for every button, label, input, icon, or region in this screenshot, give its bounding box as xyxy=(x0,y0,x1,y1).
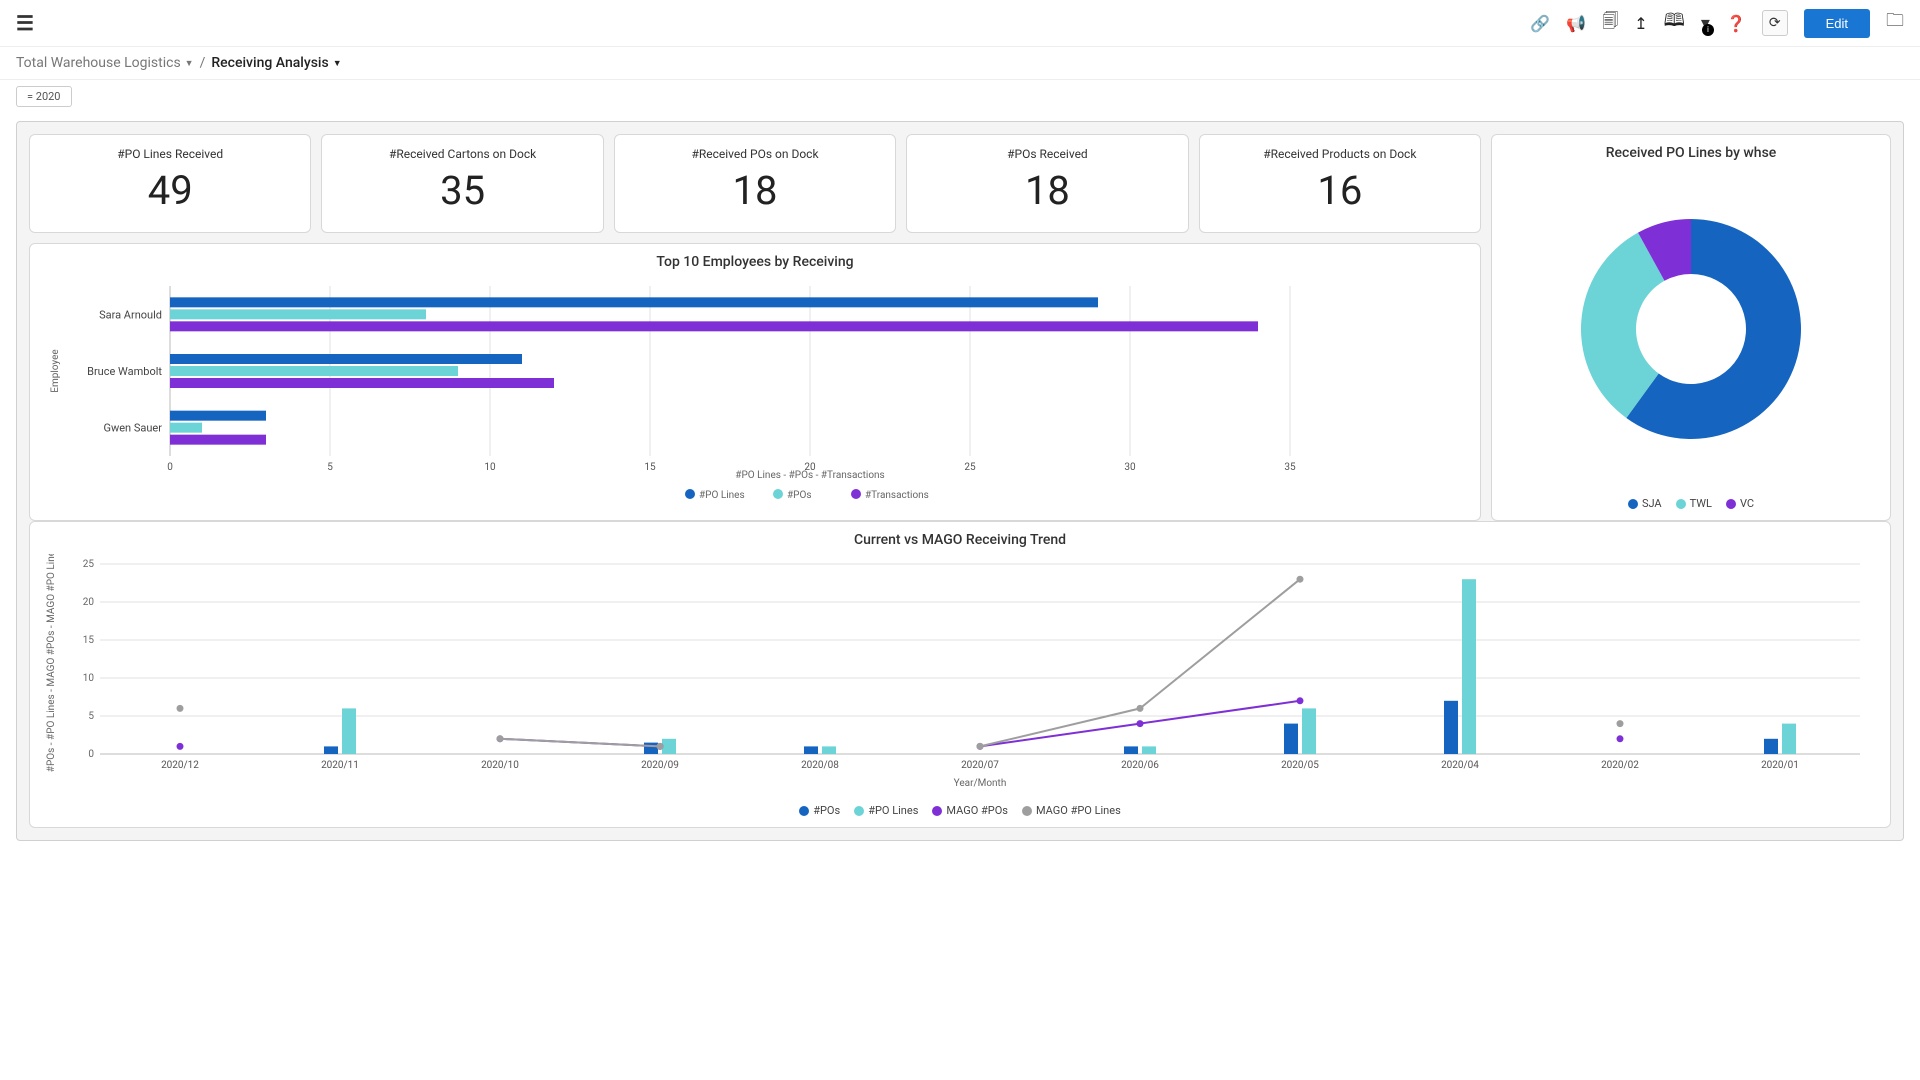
kpi-title: #Received POs on Dock xyxy=(623,147,887,161)
kpi-value: 18 xyxy=(623,167,887,214)
breadcrumb: Total Warehouse Logistics ▼ / Receiving … xyxy=(0,47,1920,80)
svg-text:15: 15 xyxy=(83,635,95,646)
svg-text:Sara Arnould: Sara Arnould xyxy=(99,308,162,321)
filter-chip-row: = 2020 xyxy=(0,80,1920,113)
svg-text:Gwen Sauer: Gwen Sauer xyxy=(103,422,162,435)
svg-text:2020/05: 2020/05 xyxy=(1281,760,1319,771)
kpi-value: 18 xyxy=(915,167,1179,214)
svg-text:Employee: Employee xyxy=(50,349,61,392)
breadcrumb-root[interactable]: Total Warehouse Logistics ▼ xyxy=(16,55,194,71)
kpi-value: 49 xyxy=(38,167,302,214)
hbar-svg: 05101520253035Sara ArnouldBruce WamboltG… xyxy=(40,276,1470,506)
link-icon[interactable]: 🔗 xyxy=(1530,14,1550,33)
svg-text:2020/11: 2020/11 xyxy=(321,760,359,771)
refresh-button[interactable]: ⟳ xyxy=(1762,10,1788,36)
legend-item: #POs xyxy=(799,804,840,817)
svg-text:2020/10: 2020/10 xyxy=(481,760,519,771)
svg-text:30: 30 xyxy=(1124,462,1136,473)
kpi-card: #PO Lines Received 49 xyxy=(29,134,311,233)
donut-svg xyxy=(1551,189,1831,469)
svg-text:#PO Lines: #PO Lines xyxy=(699,490,745,501)
svg-text:#POs: #POs xyxy=(787,490,812,501)
chevron-down-icon: ▼ xyxy=(185,58,194,69)
svg-text:Bruce Wambolt: Bruce Wambolt xyxy=(87,365,162,378)
chart-title: Top 10 Employees by Receiving xyxy=(40,254,1470,270)
svg-text:#POs - #PO Lines - MAGO #POs -: #POs - #PO Lines - MAGO #POs - MAGO #PO … xyxy=(46,554,57,772)
employees-bar-chart: Top 10 Employees by Receiving 0510152025… xyxy=(29,243,1481,521)
hamburger-menu-icon[interactable]: ☰ xyxy=(16,11,34,35)
svg-text:35: 35 xyxy=(1284,462,1296,473)
kpi-card: #Received Products on Dock 16 xyxy=(1199,134,1481,233)
svg-text:15: 15 xyxy=(644,462,656,473)
breadcrumb-separator: / xyxy=(200,55,206,71)
legend-item: MAGO #POs xyxy=(932,804,1008,817)
donut-legend: SJA TWL VC xyxy=(1502,497,1880,510)
chart-title: Received PO Lines by whse xyxy=(1502,145,1880,161)
trend-legend: #POs #PO Lines MAGO #POs MAGO #PO Lines xyxy=(40,804,1880,817)
kpi-card: #POs Received 18 xyxy=(906,134,1188,233)
bookmark-icon[interactable]: 🕮 xyxy=(1664,8,1685,38)
svg-text:10: 10 xyxy=(83,673,95,684)
svg-text:20: 20 xyxy=(83,597,95,608)
kpi-title: #POs Received xyxy=(915,147,1179,161)
kpi-title: #Received Products on Dock xyxy=(1208,147,1472,161)
filter-chip[interactable]: = 2020 xyxy=(16,86,72,107)
svg-text:#Transactions: #Transactions xyxy=(865,490,929,501)
kpi-title: #Received Cartons on Dock xyxy=(330,147,594,161)
folder-icon[interactable]: 🗀 xyxy=(1886,8,1904,38)
svg-text:10: 10 xyxy=(484,462,496,473)
dashboard: #PO Lines Received 49 #Received Cartons … xyxy=(16,121,1904,841)
svg-text:0: 0 xyxy=(167,462,173,473)
kpi-title: #PO Lines Received xyxy=(38,147,302,161)
chart-title: Current vs MAGO Receiving Trend xyxy=(40,532,1880,548)
topbar: ☰ 🔗 📢 🗐 ↥ 🕮 ▾i ❓ ⟳ Edit 🗀 xyxy=(0,0,1920,47)
kpi-value: 35 xyxy=(330,167,594,214)
svg-text:2020/09: 2020/09 xyxy=(641,760,679,771)
copy-icon[interactable]: 🗐 xyxy=(1602,10,1618,37)
trend-svg: 0 5 10 15 20 25 #POs - #PO Lines - MAGO #POs -… xyxy=(40,554,1880,794)
legend-item: TWL xyxy=(1676,497,1712,510)
svg-text:2020/08: 2020/08 xyxy=(801,760,839,771)
trend-chart: Current vs MAGO Receiving Trend 0 5 10 15 20… xyxy=(29,521,1891,828)
svg-text:25: 25 xyxy=(964,462,976,473)
svg-text:2020/12: 2020/12 xyxy=(161,760,199,771)
topbar-toolbar: 🔗 📢 🗐 ↥ 🕮 ▾i ❓ ⟳ Edit 🗀 xyxy=(1530,8,1904,38)
svg-text:Year/Month: Year/Month xyxy=(954,778,1007,789)
chevron-down-icon: ▼ xyxy=(333,58,342,69)
legend-item: MAGO #PO Lines xyxy=(1022,804,1121,817)
svg-text:2020/07: 2020/07 xyxy=(961,760,999,771)
svg-text:2020/01: 2020/01 xyxy=(1761,760,1799,771)
legend-item: #PO Lines xyxy=(854,804,918,817)
kpi-row: #PO Lines Received 49 #Received Cartons … xyxy=(29,134,1481,233)
svg-text:5: 5 xyxy=(327,462,333,473)
export-icon[interactable]: ↥ xyxy=(1634,14,1647,33)
svg-text:2020/04: 2020/04 xyxy=(1441,760,1479,771)
legend-item: SJA xyxy=(1628,497,1662,510)
kpi-card: #Received Cartons on Dock 35 xyxy=(321,134,603,233)
svg-text:#PO Lines - #POs - #Transactio: #PO Lines - #POs - #Transactions xyxy=(735,470,884,481)
filter-icon[interactable]: ▾i xyxy=(1701,13,1710,34)
breadcrumb-current[interactable]: Receiving Analysis ▼ xyxy=(211,55,341,71)
kpi-card: #Received POs on Dock 18 xyxy=(614,134,896,233)
announce-icon[interactable]: 📢 xyxy=(1566,14,1586,33)
svg-text:25: 25 xyxy=(83,559,95,570)
svg-text:0: 0 xyxy=(88,749,94,760)
legend-item: VC xyxy=(1726,497,1754,510)
donut-chart: Received PO Lines by whse SJA TWL VC xyxy=(1491,134,1891,521)
svg-text:5: 5 xyxy=(88,711,94,722)
help-icon[interactable]: ❓ xyxy=(1726,14,1746,33)
edit-button[interactable]: Edit xyxy=(1804,9,1870,38)
svg-text:2020/06: 2020/06 xyxy=(1121,760,1159,771)
svg-text:2020/02: 2020/02 xyxy=(1601,760,1639,771)
kpi-value: 16 xyxy=(1208,167,1472,214)
